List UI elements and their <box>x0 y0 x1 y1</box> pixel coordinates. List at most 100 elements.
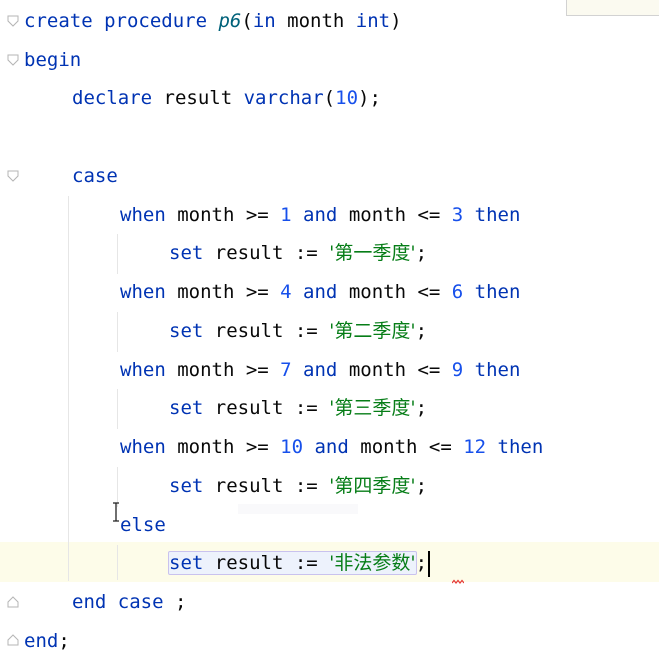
keyword: when <box>120 281 166 303</box>
string-literal: '非法参数' <box>329 552 416 574</box>
number: 10 <box>335 87 359 109</box>
error-squiggle-icon[interactable] <box>451 570 465 584</box>
identifier: month >= <box>165 204 281 226</box>
code-line[interactable]: end; <box>24 626 70 656</box>
keyword: declare <box>72 87 153 109</box>
keyword: varchar <box>243 87 324 109</box>
code-line[interactable]: else <box>120 510 166 540</box>
keyword: case <box>72 165 118 187</box>
punctuation: ; <box>415 552 428 574</box>
indent-guide <box>117 467 118 507</box>
text-caret <box>428 550 431 577</box>
render-artifact <box>238 504 358 514</box>
string-literal: '第二季度' <box>329 320 416 342</box>
punctuation: ( <box>241 10 253 32</box>
code-line[interactable]: set result := '第一季度'; <box>169 238 427 268</box>
identifier: result := <box>203 475 330 497</box>
keyword: when <box>120 359 166 381</box>
code-line[interactable]: declare result varchar(10); <box>72 83 381 113</box>
code-line[interactable]: set result := '第二季度'; <box>169 316 427 346</box>
punctuation: ( <box>323 87 336 109</box>
identifier: result := <box>203 397 330 419</box>
punctuation: ; <box>415 397 428 419</box>
popup-edge <box>566 0 659 16</box>
punctuation: ; <box>163 591 187 613</box>
identifier: month <= <box>337 204 452 226</box>
number: 4 <box>280 281 292 303</box>
code-line[interactable]: end case ; <box>72 587 186 617</box>
code-line[interactable]: set result := '第四季度'; <box>169 471 427 501</box>
punctuation: ) <box>390 10 402 32</box>
keyword: then <box>463 281 521 303</box>
punctuation: ; <box>415 242 428 264</box>
string-literal: '第一季度' <box>329 242 416 264</box>
keyword: end <box>24 630 59 652</box>
identifier: month <= <box>348 436 464 458</box>
identifier: result <box>152 87 244 109</box>
number: 6 <box>451 281 464 303</box>
string-literal: '第三季度' <box>329 397 416 419</box>
indent-guide <box>68 196 69 581</box>
code-line[interactable]: begin <box>24 45 81 75</box>
identifier: month >= <box>165 436 281 458</box>
number: 9 <box>451 359 464 381</box>
fold-icon[interactable] <box>7 54 19 66</box>
punctuation: ; <box>58 630 70 652</box>
keyword: and <box>303 436 349 458</box>
punctuation: ; <box>415 475 428 497</box>
keyword: set <box>169 397 204 419</box>
keyword: in <box>252 10 276 32</box>
keyword: set <box>169 475 204 497</box>
code-line[interactable]: create procedure p6(in month int) <box>24 6 402 36</box>
identifier: result := <box>203 242 330 264</box>
code-line[interactable]: set result := '第三季度'; <box>169 393 427 423</box>
code-line[interactable]: when month >= 1 and month <= 3 then <box>120 200 520 230</box>
code-editor[interactable]: create procedure p6(in month int) begin … <box>0 0 659 672</box>
number: 7 <box>280 359 292 381</box>
keyword: create procedure <box>24 10 219 32</box>
identifier: month <box>275 10 356 32</box>
keyword: set <box>169 320 204 342</box>
punctuation: ); <box>358 87 381 109</box>
keyword: end case <box>72 591 164 613</box>
punctuation: ; <box>415 320 428 342</box>
keyword: begin <box>24 49 82 71</box>
selected-statement[interactable]: set result := '非法参数' <box>168 551 417 575</box>
keyword: set <box>169 242 204 264</box>
number: 1 <box>280 204 292 226</box>
keyword: int <box>355 10 391 32</box>
indent-guide <box>117 389 118 429</box>
indent-guide <box>117 234 118 274</box>
keyword: then <box>486 436 544 458</box>
identifier: month >= <box>165 281 281 303</box>
string-literal: '第四季度' <box>329 475 416 497</box>
number: 3 <box>451 204 464 226</box>
keyword: set <box>169 552 204 574</box>
procedure-name: p6 <box>218 10 242 32</box>
keyword: when <box>120 436 166 458</box>
keyword: then <box>463 204 521 226</box>
keyword: else <box>120 514 166 536</box>
code-line[interactable]: when month >= 7 and month <= 9 then <box>120 355 520 385</box>
identifier: result := <box>203 552 330 574</box>
identifier: result := <box>203 320 330 342</box>
code-line[interactable]: case <box>72 161 118 191</box>
keyword: and <box>291 359 338 381</box>
fold-icon[interactable] <box>7 596 19 608</box>
keyword: and <box>291 281 338 303</box>
fold-icon[interactable] <box>7 634 19 646</box>
keyword: when <box>120 204 166 226</box>
keyword: then <box>463 359 521 381</box>
code-line[interactable]: when month >= 10 and month <= 12 then <box>120 432 543 462</box>
identifier: month <= <box>337 281 452 303</box>
text-cursor-icon <box>111 502 121 522</box>
number: 12 <box>463 436 487 458</box>
identifier: month >= <box>165 359 281 381</box>
fold-icon[interactable] <box>7 170 19 182</box>
code-line[interactable]: when month >= 4 and month <= 6 then <box>120 277 520 307</box>
code-line-current[interactable]: set result := '非法参数'; <box>168 548 431 578</box>
fold-icon[interactable] <box>7 15 19 27</box>
number: 10 <box>280 436 304 458</box>
keyword: and <box>291 204 338 226</box>
identifier: month <= <box>337 359 452 381</box>
